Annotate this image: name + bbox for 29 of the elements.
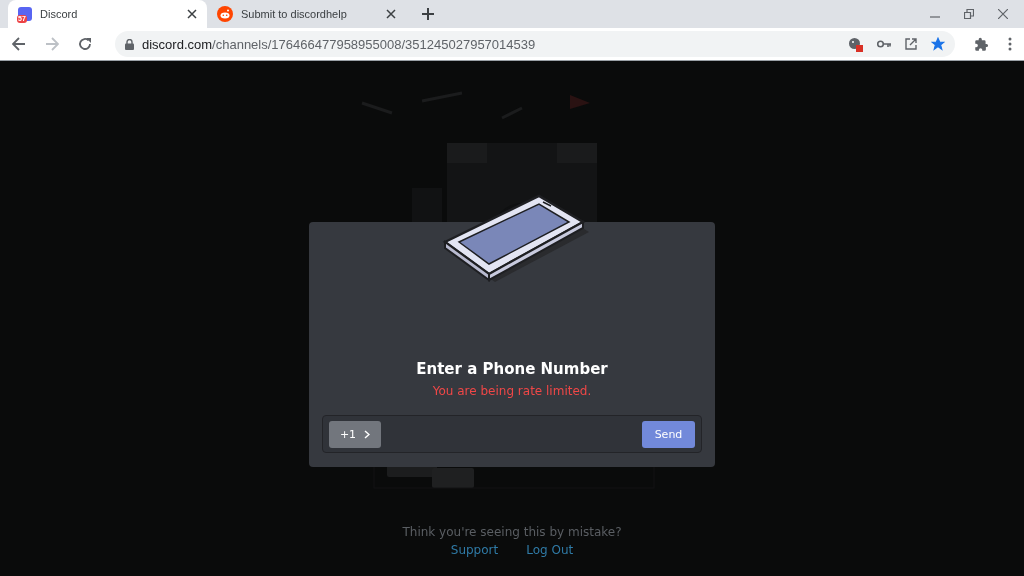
new-tab-icon[interactable] <box>422 8 434 20</box>
phone-input-field[interactable]: +1 Send <box>322 415 702 453</box>
tab-title: Discord <box>40 8 79 20</box>
reload-icon[interactable] <box>78 37 92 51</box>
browser-tab[interactable]: Submit to discordhelp <box>207 0 406 28</box>
lock-icon <box>125 38 134 50</box>
close-icon[interactable] <box>386 9 396 19</box>
footer-link[interactable]: Log Out <box>526 543 574 557</box>
footer-link[interactable]: Support <box>450 543 499 557</box>
country-code-button[interactable]: +1 <box>329 420 381 448</box>
address-bar[interactable]: discord.com/channels/176466477958955008/351245027957014539 <box>115 31 955 57</box>
puzzle-icon[interactable] <box>974 36 989 52</box>
menu-icon[interactable] <box>1008 37 1012 51</box>
star-icon[interactable] <box>931 37 945 51</box>
error-message: You are being rate limited. <box>432 384 592 398</box>
external-link-icon[interactable] <box>905 38 917 50</box>
cookie-blocked-icon[interactable] <box>848 36 863 52</box>
url-text: discord.com/channels/176466477958955008/351245027957014539 <box>142 36 536 52</box>
mistake-prompt: Think you're seeing this by mistake? <box>402 525 622 539</box>
restore-icon[interactable] <box>964 9 974 19</box>
key-icon[interactable] <box>877 40 891 48</box>
back-icon[interactable] <box>12 37 26 51</box>
chevron-icon <box>364 429 371 439</box>
close-icon[interactable] <box>187 9 197 19</box>
send-button[interactable]: Send <box>642 420 695 448</box>
tab-title: Submit to discordhelp <box>241 8 348 20</box>
modal-title: Enter a Phone Number <box>416 360 608 378</box>
alien-favicon-icon <box>217 6 233 22</box>
close-icon[interactable] <box>998 9 1008 19</box>
